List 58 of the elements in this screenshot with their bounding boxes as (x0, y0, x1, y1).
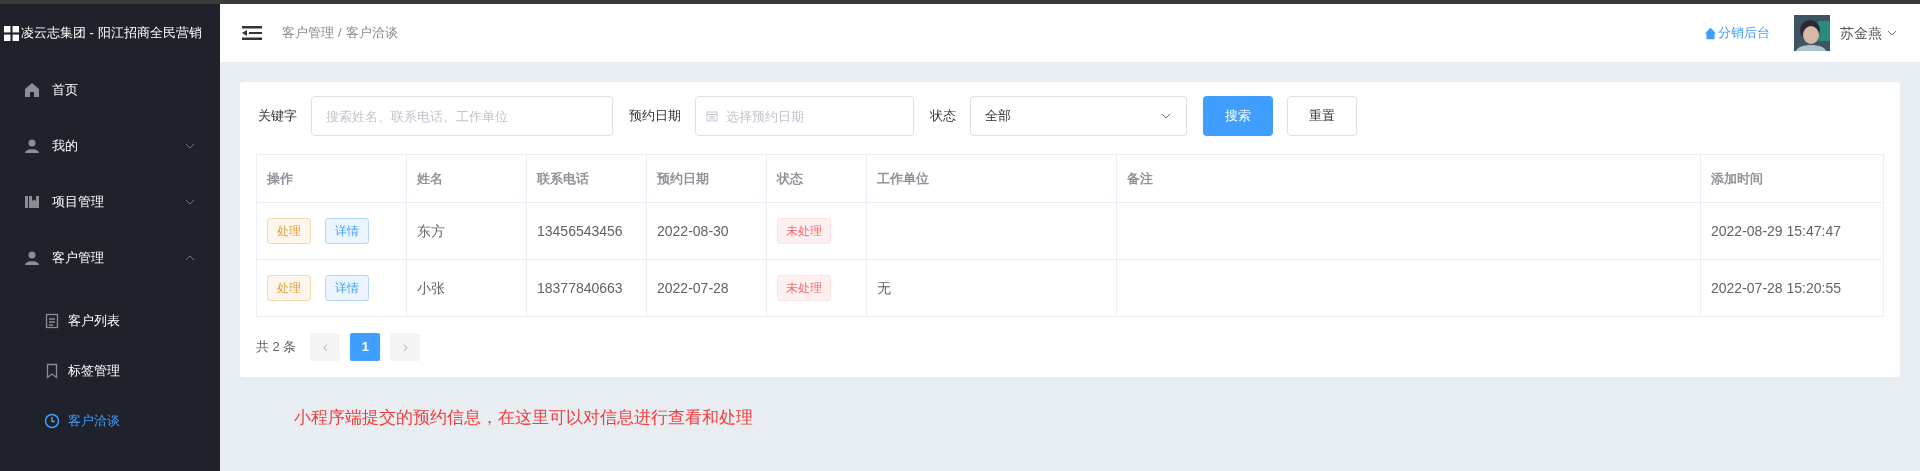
user-icon (24, 138, 40, 154)
table-cell: 2022-07-28 (646, 259, 767, 317)
column-header: 预约日期 (646, 154, 767, 203)
dashboard-link[interactable]: 分销后台 (1704, 23, 1770, 43)
search-button[interactable]: 搜索 (1203, 96, 1273, 136)
breadcrumb-item[interactable]: 客户管理 (282, 23, 334, 43)
column-header: 操作 (256, 154, 407, 203)
details-button[interactable]: 详情 (325, 218, 369, 244)
column-header: 添加时间 (1700, 154, 1884, 203)
filter-label: 关键字 (258, 107, 297, 126)
date-field[interactable]: 选择预约日期 (695, 96, 914, 136)
table-cell: 2022-08-29 15:47:47 (1700, 202, 1884, 260)
column-header: 姓名 (406, 154, 527, 203)
process-button[interactable]: 处理 (267, 218, 311, 244)
breadcrumb-separator: / (338, 24, 342, 43)
sidebar-item[interactable]: 我的 (0, 118, 220, 174)
book-icon (24, 194, 40, 210)
document-icon (44, 313, 60, 329)
details-button[interactable]: 详情 (325, 275, 369, 301)
filter-label: 预约日期 (629, 107, 681, 126)
app-title: 凌云志集团 - 阳江招商全民营销 (21, 24, 202, 43)
table-cell: 2022-07-28 15:20:55 (1700, 259, 1884, 317)
sidebar-subitem[interactable]: 标签管理 (0, 346, 220, 396)
table-cell: 小张 (406, 259, 527, 317)
sidebar-subitem[interactable]: 客户洽谈 (0, 396, 220, 446)
filter-label: 状态 (930, 107, 956, 126)
table-cell: 2022-08-30 (646, 202, 767, 260)
table-cell: 东方 (406, 202, 527, 260)
clock-icon (44, 413, 60, 429)
user-name[interactable]: 苏金燕 (1840, 22, 1882, 44)
column-header: 备注 (1116, 154, 1701, 203)
table-cell: 18377840663 (526, 259, 647, 317)
column-header: 联系电话 (526, 154, 647, 203)
menu-icon[interactable] (242, 25, 262, 41)
page-button[interactable]: 1 (350, 333, 381, 361)
column-header: 状态 (766, 154, 867, 203)
keyword-field[interactable]: 搜索姓名、联系电话、工作单位 (311, 96, 613, 136)
table-cell: 无 (866, 259, 1117, 317)
status-tag: 未处理 (777, 275, 831, 301)
status-select[interactable]: 全部 (970, 96, 1187, 136)
sidebar-item[interactable]: 项目管理 (0, 174, 220, 230)
column-header: 工作单位 (866, 154, 1117, 203)
sidebar-item[interactable]: 首页 (0, 62, 220, 118)
reset-button[interactable]: 重置 (1287, 96, 1357, 136)
user-icon (24, 250, 40, 266)
sidebar-item[interactable]: 客户管理 (0, 230, 220, 286)
process-button[interactable]: 处理 (267, 275, 311, 301)
home-icon (1704, 26, 1717, 40)
total-count: 共 2 条 (256, 338, 297, 357)
home-icon (24, 82, 40, 98)
table-cell: 13456543456 (526, 202, 647, 260)
calendar-icon (706, 110, 718, 122)
bookmark-icon (44, 363, 60, 379)
grid-icon (4, 25, 19, 41)
status-tag: 未处理 (777, 218, 831, 244)
breadcrumb-item[interactable]: 客户洽谈 (345, 23, 398, 43)
sidebar-subitem[interactable]: 客户列表 (0, 296, 220, 346)
annotation-note: 小程序端提交的预约信息，在这里可以对信息进行查看和处理 (294, 407, 754, 429)
